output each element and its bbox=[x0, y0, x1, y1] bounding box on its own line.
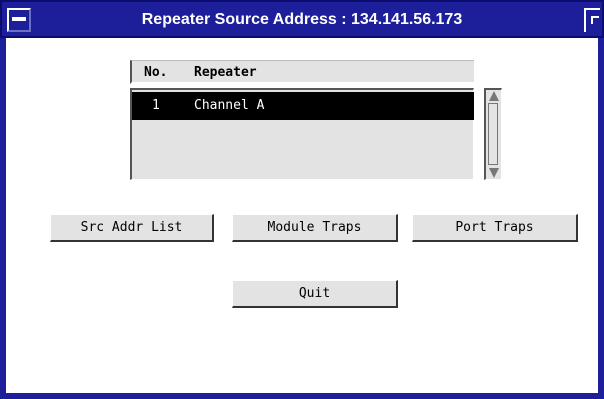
repeater-list[interactable]: 1 Channel A bbox=[130, 88, 474, 180]
list-item-repeater: Channel A bbox=[194, 98, 265, 113]
repeater-source-address-window: Repeater Source Address : 134.141.56.173… bbox=[0, 0, 604, 399]
scroll-up-arrow-icon[interactable] bbox=[489, 91, 499, 101]
scroll-thumb[interactable] bbox=[488, 103, 498, 165]
column-header-repeater: Repeater bbox=[194, 65, 257, 80]
resize-icon bbox=[591, 16, 599, 24]
title-bar[interactable]: Repeater Source Address : 134.141.56.173 bbox=[0, 0, 604, 38]
list-header: No. Repeater bbox=[130, 60, 474, 84]
window-title: Repeater Source Address : 134.141.56.173 bbox=[141, 11, 463, 28]
dialog-content: No. Repeater 1 Channel A Src Addr List M… bbox=[0, 38, 604, 399]
module-traps-button[interactable]: Module Traps bbox=[232, 214, 398, 242]
src-addr-list-button[interactable]: Src Addr List bbox=[50, 214, 214, 242]
quit-button[interactable]: Quit bbox=[232, 280, 398, 308]
scroll-down-arrow-icon[interactable] bbox=[489, 168, 499, 178]
column-header-no: No. bbox=[144, 65, 168, 80]
list-item-no: 1 bbox=[152, 98, 160, 113]
list-item[interactable]: 1 Channel A bbox=[132, 92, 474, 120]
list-scrollbar[interactable] bbox=[484, 88, 502, 180]
window-resize-button[interactable] bbox=[584, 8, 600, 32]
port-traps-button[interactable]: Port Traps bbox=[412, 214, 578, 242]
